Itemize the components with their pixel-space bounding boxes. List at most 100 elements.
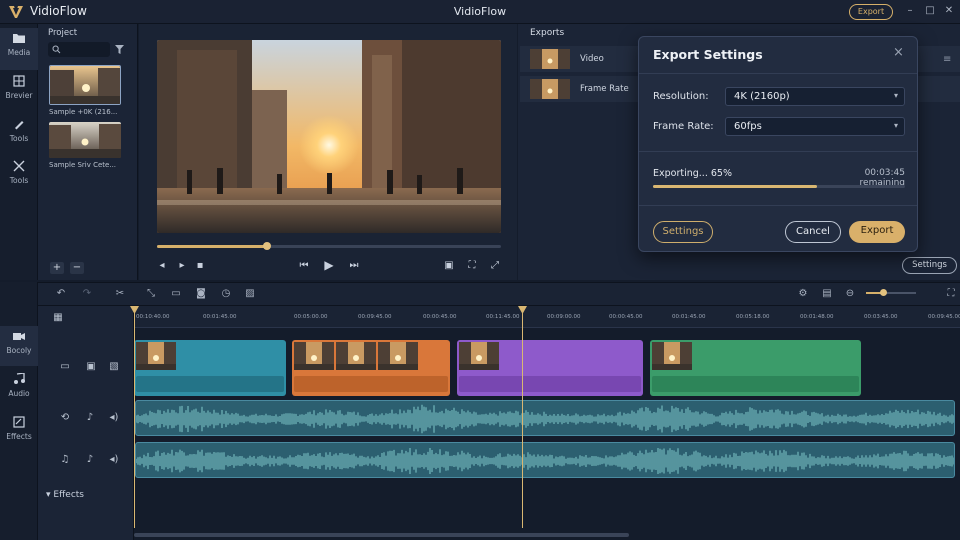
dialog-settings-button[interactable]: Settings bbox=[653, 221, 713, 243]
clip-sub-bar bbox=[459, 376, 641, 392]
grid-icon bbox=[13, 75, 25, 87]
stop-icon[interactable]: ▪ bbox=[193, 259, 207, 273]
previous-icon[interactable]: ⏮ bbox=[297, 259, 311, 273]
fit-timeline-icon[interactable]: ⛶ bbox=[944, 287, 958, 301]
clip-thumbnail-image bbox=[378, 342, 418, 370]
clip-thumbnails bbox=[650, 340, 861, 372]
project-item-thumbnail-2[interactable] bbox=[49, 122, 121, 158]
maximize-icon[interactable]: □ bbox=[923, 4, 937, 18]
project-item-label: Sample +0K (216... bbox=[49, 108, 118, 116]
ruler-timecode: 00:05:18.00 bbox=[736, 314, 770, 320]
timeline-tab-label: Effects bbox=[6, 432, 32, 441]
folder-icon bbox=[13, 34, 25, 43]
effects-track-label: Effects bbox=[53, 490, 84, 500]
next-icon[interactable]: ⏭ bbox=[347, 259, 361, 273]
export-button[interactable]: Export bbox=[849, 221, 905, 243]
zoom-out-icon[interactable]: ⊖ bbox=[843, 287, 857, 301]
video-clip[interactable] bbox=[134, 340, 286, 396]
redo-icon[interactable]: ↷ bbox=[80, 287, 94, 301]
sidebar-item-label: Media bbox=[7, 48, 31, 57]
undo-icon[interactable]: ↶ bbox=[54, 287, 68, 301]
timeline-tab-label: Audio bbox=[8, 389, 30, 398]
notes-icon[interactable]: ▤ bbox=[820, 287, 834, 301]
menu-icon[interactable]: ≡ bbox=[943, 54, 951, 65]
playhead-handle-icon[interactable] bbox=[518, 306, 527, 314]
city-thumbnail-image bbox=[530, 49, 570, 69]
export-row-label: Frame Rate bbox=[580, 84, 629, 94]
split-icon[interactable]: ✂ bbox=[113, 287, 127, 301]
audio-clip[interactable] bbox=[135, 400, 955, 436]
audio-clip[interactable] bbox=[135, 442, 955, 478]
settings-gear-icon[interactable]: ⚙ bbox=[796, 287, 810, 301]
export-settings-dialog: Export Settings × Resolution: 4K (2160p)… bbox=[638, 36, 918, 252]
search-icon bbox=[52, 45, 61, 54]
sidebar-item-brevier[interactable]: Brevier bbox=[0, 71, 38, 113]
playhead[interactable] bbox=[522, 312, 523, 528]
close-icon[interactable]: ✕ bbox=[942, 4, 956, 18]
city-thumbnail-image bbox=[530, 79, 570, 99]
camera-icon[interactable]: ◙ bbox=[194, 287, 208, 301]
speaker-icon[interactable]: ◂) bbox=[107, 453, 121, 467]
video-clip[interactable] bbox=[457, 340, 643, 396]
video-preview[interactable] bbox=[157, 40, 501, 233]
top-export-button[interactable]: Export bbox=[849, 4, 893, 20]
scrubber-handle[interactable] bbox=[263, 242, 271, 250]
track-lock-icon[interactable]: ▣ bbox=[84, 360, 98, 374]
snapshot-icon[interactable]: ▭ bbox=[169, 287, 183, 301]
play-icon[interactable]: ▶ bbox=[322, 258, 336, 272]
fullscreen-icon[interactable]: ⤢ bbox=[488, 259, 502, 273]
volume-icon[interactable]: ◂ bbox=[155, 259, 169, 273]
safe-area-icon[interactable]: ▣ bbox=[442, 259, 456, 273]
cancel-button[interactable]: Cancel bbox=[785, 221, 841, 243]
video-clip[interactable] bbox=[650, 340, 861, 396]
video-track-icon: ▭ bbox=[60, 361, 70, 372]
resolution-select[interactable]: 4K (2160p) ▾ bbox=[725, 87, 905, 106]
timeline-tab-audio[interactable]: Audio bbox=[0, 369, 38, 409]
clip-thumbnails bbox=[457, 340, 643, 372]
add-media-button[interactable]: + bbox=[50, 262, 64, 274]
dialog-divider bbox=[639, 73, 917, 74]
clip-thumbnails bbox=[134, 340, 286, 372]
ruler-timecode: 00:11:45.00 bbox=[486, 314, 520, 320]
ruler-timecode: 00:01:45.00 bbox=[203, 314, 237, 320]
ruler-timecode: 00:03:45.00 bbox=[864, 314, 898, 320]
ruler-timecode: 00:09:45.00 bbox=[928, 314, 960, 320]
microphone-icon[interactable]: ♪ bbox=[83, 453, 97, 467]
frame-rate-select[interactable]: 60fps ▾ bbox=[725, 117, 905, 136]
remove-media-button[interactable]: − bbox=[70, 262, 84, 274]
image-icon[interactable]: ▨ bbox=[243, 287, 257, 301]
timeline-settings-icon[interactable]: ▦ bbox=[51, 311, 65, 325]
chevron-down-icon: ▾ bbox=[893, 91, 898, 100]
minimize-icon[interactable]: – bbox=[903, 4, 917, 18]
export-row-label: Video bbox=[580, 54, 604, 64]
sidebar-item-tools-2[interactable]: Tools bbox=[0, 156, 38, 198]
music-icon: ♫ bbox=[60, 454, 70, 465]
in-marker-handle-icon[interactable] bbox=[130, 306, 139, 314]
timeline-scrollbar[interactable] bbox=[134, 533, 629, 537]
project-search-input[interactable] bbox=[48, 42, 110, 57]
filter-icon[interactable] bbox=[115, 45, 124, 54]
ruler-timecode: 00:05:00.00 bbox=[294, 314, 328, 320]
in-marker[interactable] bbox=[134, 312, 135, 528]
trim-icon[interactable]: ⤡ bbox=[144, 287, 158, 301]
speaker-icon[interactable]: ◂) bbox=[107, 411, 121, 425]
sidebar-item-media[interactable]: Media bbox=[0, 28, 38, 70]
exports-settings-button[interactable]: Settings bbox=[902, 257, 957, 274]
sidebar-item-tools[interactable]: Tools bbox=[0, 114, 38, 156]
project-item-thumbnail[interactable] bbox=[49, 65, 121, 105]
city-thumbnail-image bbox=[49, 122, 121, 158]
track-visibility-icon[interactable]: ▧ bbox=[107, 360, 121, 374]
video-clip[interactable] bbox=[292, 340, 450, 396]
crop-icon[interactable]: ⛶ bbox=[465, 259, 479, 273]
ruler-timecode: 00:01:45.00 bbox=[672, 314, 706, 320]
microphone-icon[interactable]: ♪ bbox=[83, 411, 97, 425]
dialog-close-icon[interactable]: × bbox=[893, 45, 904, 60]
effects-track-toggle[interactable]: ▾ Effects bbox=[46, 490, 84, 500]
speed-icon[interactable]: ◷ bbox=[219, 287, 233, 301]
dialog-title: Export Settings bbox=[653, 47, 763, 62]
zoom-slider-handle[interactable] bbox=[880, 289, 887, 296]
link-icon[interactable]: ⟲ bbox=[58, 411, 72, 425]
play-small-icon[interactable]: ▸ bbox=[175, 259, 189, 273]
timeline-tab-bocoly[interactable]: Bocoly bbox=[0, 326, 38, 366]
timeline-tab-effects[interactable]: Effects bbox=[0, 412, 38, 452]
